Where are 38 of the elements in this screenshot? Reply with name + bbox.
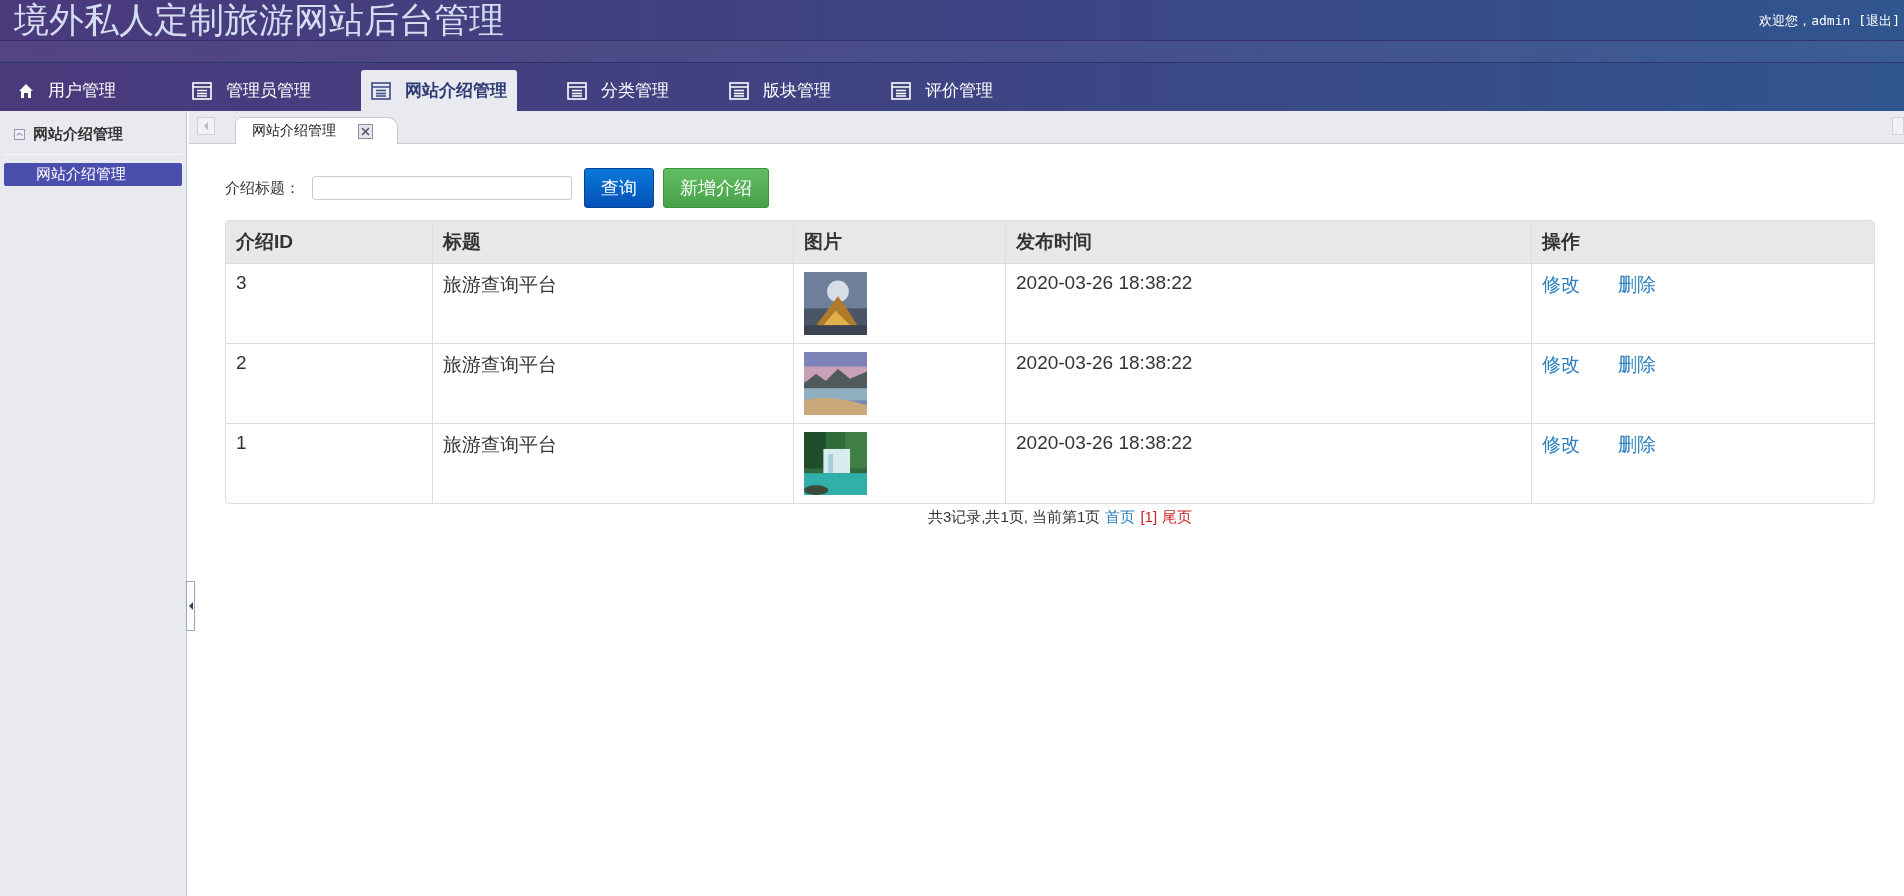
edit-link[interactable]: 修改 xyxy=(1542,274,1580,295)
column-header: 发布时间 xyxy=(1005,221,1531,263)
edit-link[interactable]: 修改 xyxy=(1542,354,1580,375)
edit-link[interactable]: 修改 xyxy=(1542,434,1580,455)
table-cell: 1 xyxy=(226,423,432,503)
table-cell: 旅游查询平台 xyxy=(432,343,793,423)
delete-link[interactable]: 删除 xyxy=(1618,434,1656,455)
table-cell: 旅游查询平台 xyxy=(432,263,793,343)
column-header: 操作 xyxy=(1531,221,1874,263)
nav-tab[interactable]: 用户管理 xyxy=(8,70,126,111)
pagination-summary: 共3记录,共1页, 当前第1页 xyxy=(927,508,1101,525)
delete-link[interactable]: 删除 xyxy=(1618,354,1656,375)
welcome-text: 欢迎您，admin xyxy=(1759,12,1851,30)
delete-link[interactable]: 删除 xyxy=(1618,274,1656,295)
column-header: 标题 xyxy=(432,221,793,263)
nav-tab[interactable]: 网站介绍管理 xyxy=(361,70,517,111)
table-cell: 2 xyxy=(226,343,432,423)
query-button[interactable]: 查询 xyxy=(584,168,654,208)
last-page-link[interactable]: 尾页 xyxy=(1162,508,1193,525)
logout-link[interactable]: [退出] xyxy=(1858,12,1900,30)
table-cell: 旅游查询平台 xyxy=(432,423,793,503)
column-header: 图片 xyxy=(793,221,1005,263)
nav-tab[interactable]: 管理员管理 xyxy=(182,70,321,111)
nav-tab[interactable]: 分类管理 xyxy=(557,70,679,111)
table-cell: 2020-03-26 18:38:22 xyxy=(1005,343,1531,423)
first-page-link[interactable]: 首页 xyxy=(1105,508,1136,525)
site-title: 境外私人定制旅游网站后台管理 xyxy=(14,0,504,40)
current-page: [1] xyxy=(1140,508,1158,525)
table-cell: 2020-03-26 18:38:22 xyxy=(1005,423,1531,503)
table-cell: 3 xyxy=(226,263,432,343)
sidebar-item[interactable]: 网站介绍管理 xyxy=(4,163,182,186)
sidebar-title: 网站介绍管理 xyxy=(33,125,123,144)
page-tab[interactable]: 网站介绍管理 xyxy=(235,117,398,144)
column-header: 介绍ID xyxy=(226,221,432,263)
nav-tab[interactable]: 评价管理 xyxy=(881,70,1003,111)
nav-tab[interactable]: 版块管理 xyxy=(719,70,841,111)
search-label: 介绍标题： xyxy=(225,178,300,198)
table-cell: 2020-03-26 18:38:22 xyxy=(1005,263,1531,343)
